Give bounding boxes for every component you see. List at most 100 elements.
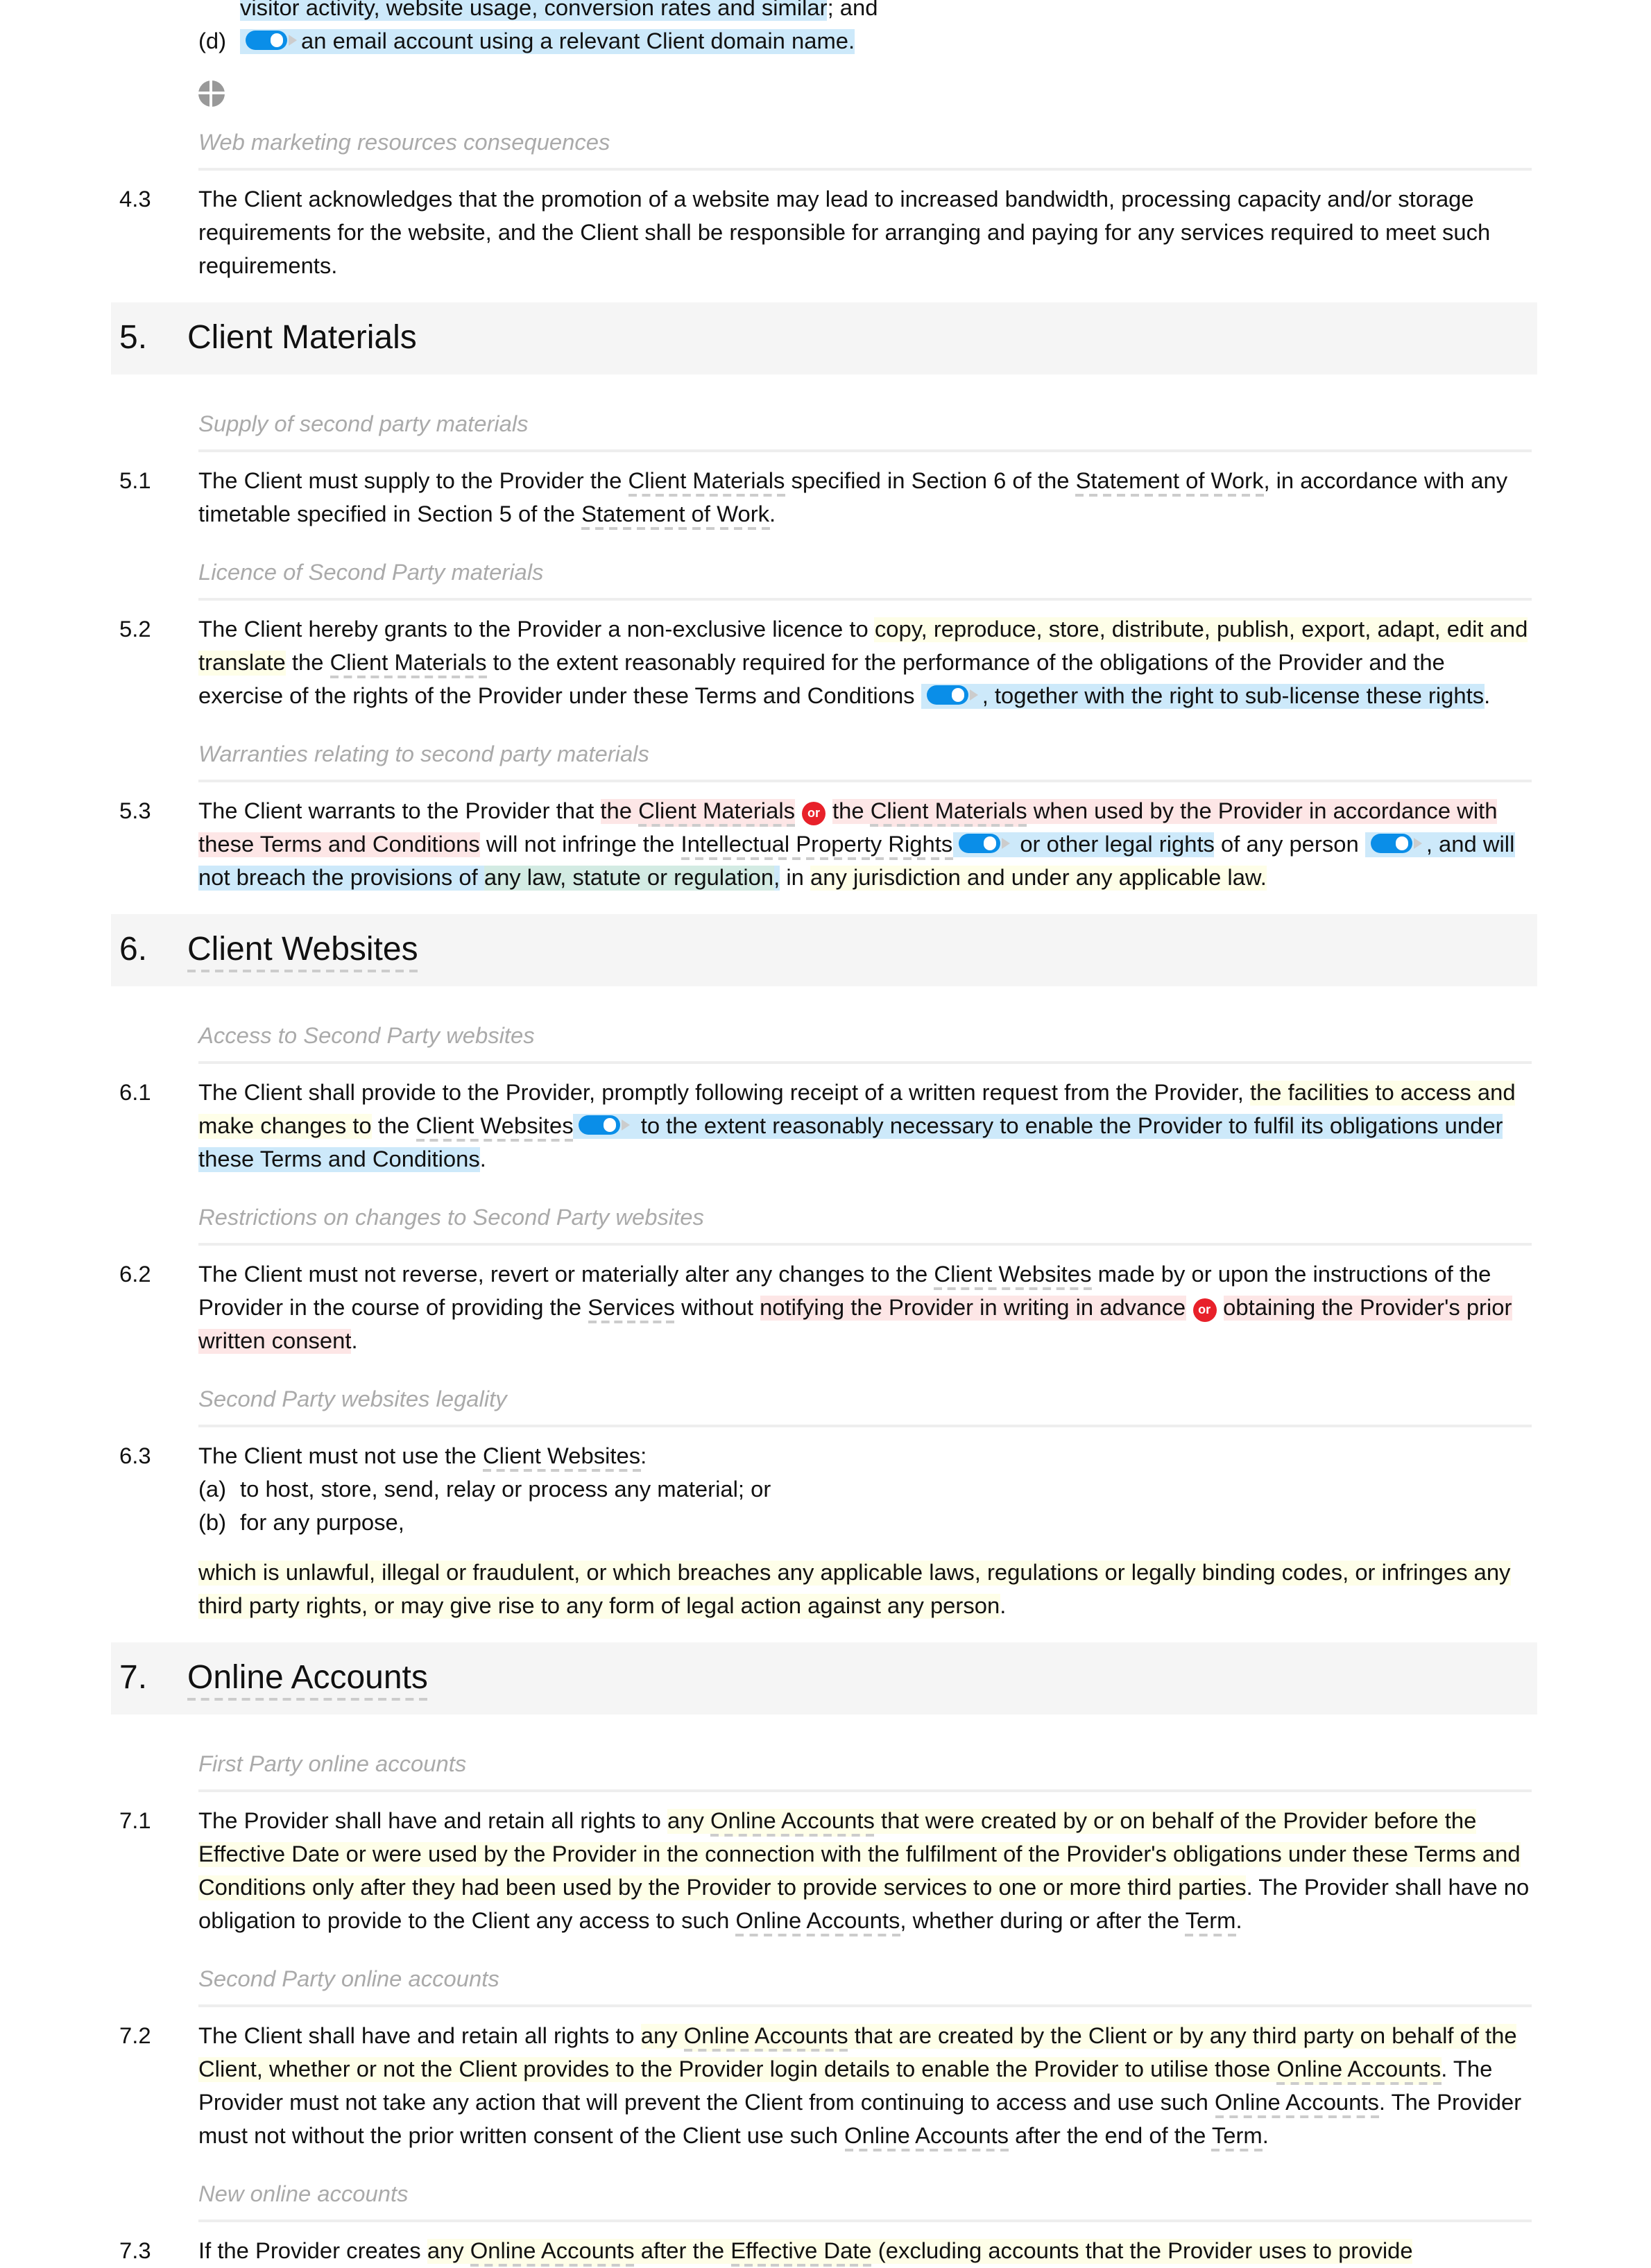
clause-5-1: 5.1 The Client must supply to the Provide… [0,465,1651,531]
section-heading: 6. Client Websites [111,914,1537,986]
clause-subheading: Warranties relating to second party mate… [198,727,1532,782]
toggle-switch-icon[interactable] [579,1115,631,1135]
clause-text: The Client warrants to the Provider that… [198,795,1532,895]
clause-text: The Client acknowledges that the promoti… [198,183,1532,283]
text-segment: specified in Section 6 of the [785,469,1076,494]
text-segment: . [351,1329,358,1354]
text-segment: the [371,1114,416,1139]
text-segment: , whether during or after the [900,1909,1186,1934]
defined-term-link[interactable]: Effective Date [730,2239,872,2267]
defined-term-link[interactable]: Term [1211,2124,1263,2151]
clause-subheading: Supply of second party materials [198,397,1532,452]
toggle-highlight [1365,832,1426,857]
clause-text: an email account using a relevant Client… [240,29,855,54]
clause-number: 7.1 [119,1809,151,1834]
list-label: (a) [198,1477,227,1502]
clause-4-3: 4.3 The Client acknowledges that the prom… [0,183,1651,283]
defined-term-link[interactable]: Client Materials [330,651,487,678]
crosshair-icon[interactable] [198,80,225,107]
clause-4-2-c-tail: visitor activity, website usage, convers… [0,0,1651,25]
optional-text-highlight: an email account using a relevant Client… [301,29,855,54]
toggle-highlight [240,29,301,54]
toggle-switch-icon[interactable] [1370,834,1422,853]
clause-subheading: Web marketing resources consequences [198,115,1532,171]
clause-tail-text: which is unlawful, illegal or fraudulent… [198,1556,1532,1623]
clause-text: The Client shall have and retain all rig… [198,2020,1532,2153]
or-option-badge[interactable]: or [802,802,826,825]
defined-term-link[interactable]: Client Materials [870,799,1027,827]
optional-text-highlight: or other legal rights [1013,832,1215,857]
defined-term-link[interactable]: Client Websites [934,1262,1092,1290]
text-segment: The Client shall have and retain all rig… [198,2024,641,2049]
clause-text: The Client must not use the Client Websi… [198,1440,1532,1473]
section-title[interactable]: Online Accounts [187,1659,428,1701]
clause-number: 6.3 [119,1444,151,1469]
toggle-switch-icon[interactable] [246,31,297,50]
defined-term-link[interactable]: Client Websites [483,1444,641,1472]
list-text: for any purpose, [240,1511,404,1536]
optional-text-highlight: the [600,799,639,824]
clause-number: 6.2 [119,1262,151,1287]
defined-term-link[interactable]: Services [588,1296,675,1323]
defined-term-link[interactable]: Intellectual Property Rights [681,832,953,860]
clause-7-1: 7.1 The Provider shall have and retain al… [0,1805,1651,1938]
defined-term-link[interactable]: Client Websites [416,1114,574,1142]
optional-text-highlight: any law, statute or regulation [484,866,774,891]
defined-term-link[interactable]: Online Accounts [470,2239,635,2267]
document-body: Web marketing resources consequences 4.3 T… [0,115,1651,2268]
text-segment: . [1484,684,1491,709]
clause-7-3: 7.3 If the Provider creates any Online Ac… [0,2235,1651,2268]
text-segment: The Client shall provide to the Provider… [198,1081,1250,1106]
optional-text-highlight: (excluding accounts that the Provider us… [871,2239,1413,2264]
defined-term-link[interactable]: Statement of Work [581,502,770,530]
text-segment: of any person [1214,832,1365,857]
text-segment: The Client must supply to the Provider t… [198,469,628,494]
clause-number: 5.1 [119,469,151,494]
optional-text-highlight: any jurisdiction and under any applicabl… [810,866,1267,891]
defined-term-link[interactable]: Online Accounts [735,1909,900,1936]
defined-term-link[interactable]: Online Accounts [683,2024,848,2052]
defined-term-link[interactable]: Client Materials [638,799,795,827]
clause-6-1: 6.1 The Client shall provide to the Provi… [0,1076,1651,1176]
defined-term-link[interactable]: Online Accounts [710,1809,875,1837]
list-label: (b) [198,1511,227,1536]
text-segment: . [1000,1594,1007,1619]
clause-5-2: 5.2 The Client hereby grants to the Provi… [0,613,1651,713]
clause-text: The Client must not reverse, revert or m… [198,1258,1532,1358]
clause-subheading: Restrictions on changes to Second Party … [198,1190,1532,1246]
text-segment: . [769,502,776,527]
text-segment: will not infringe the [479,832,681,857]
section-title[interactable]: Client Websites [187,931,418,972]
clause-7-2: 7.2 The Client shall have and retain all … [0,2020,1651,2153]
optional-text-highlight: any [640,2024,684,2049]
defined-term-link[interactable]: Statement of Work [1075,469,1264,497]
or-option-badge[interactable]: or [1192,1298,1217,1322]
list-item: (b) for any purpose, [198,1506,1532,1540]
toggle-highlight [921,684,982,709]
text-segment: The Client acknowledges that the promoti… [198,187,1491,279]
clause-6-2: 6.2 The Client must not reverse, revert o… [0,1258,1651,1358]
clause-4-2-d: (d) an email account using a relevant Cl… [0,25,1651,58]
text-segment: . [1262,2124,1269,2149]
defined-term-link[interactable]: Client Materials [628,469,785,497]
text-segment: : [640,1444,647,1469]
toggle-highlight [573,1114,635,1139]
defined-term-link[interactable]: Online Accounts [1276,2057,1442,2085]
text-segment: . [1235,1909,1242,1934]
text-segment: The Client must not reverse, revert or m… [198,1262,934,1287]
clause-subheading: First Party online accounts [198,1737,1532,1792]
toggle-switch-icon[interactable] [958,834,1010,853]
defined-term-link[interactable]: Term [1185,1909,1236,1936]
text-segment: . [479,1147,486,1172]
text-segment: The Client hereby grants to the Provider… [198,617,875,642]
optional-text-highlight: visitor activity, website usage, convers… [240,0,828,21]
clause-number: 6.1 [119,1081,151,1106]
clause-text: The Client shall provide to the Provider… [198,1076,1532,1176]
clause-number: 7.2 [119,2024,151,2049]
section-title: Client Materials [187,319,417,356]
defined-term-link[interactable]: Online Accounts [844,2124,1009,2151]
defined-term-link[interactable]: Online Accounts [1215,2090,1379,2118]
section-heading: 7. Online Accounts [111,1642,1537,1715]
document-page: visitor activity, website usage, convers… [0,0,1651,2268]
toggle-switch-icon[interactable] [926,685,978,705]
